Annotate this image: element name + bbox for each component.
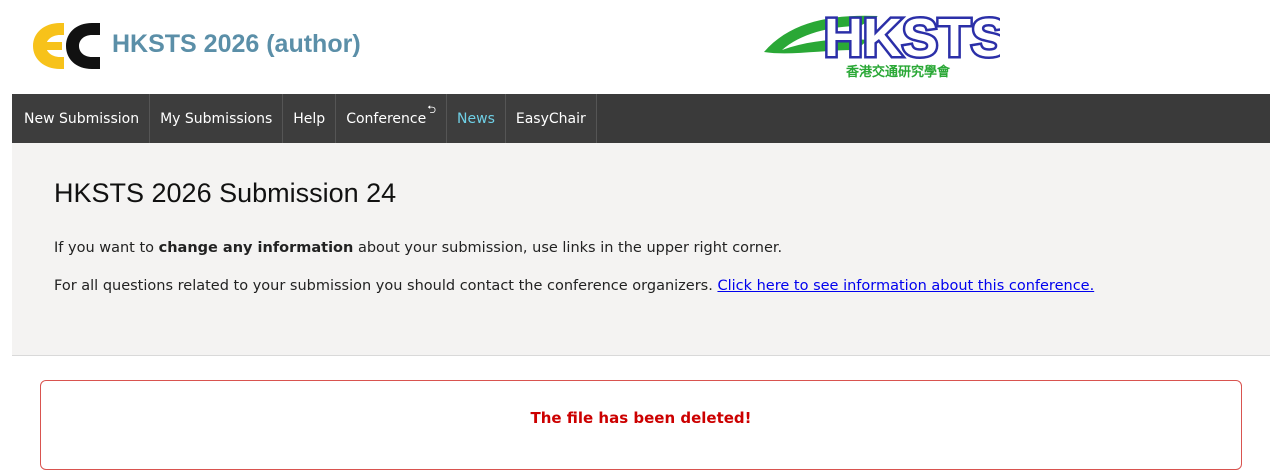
app-title: HKSTS 2026 (author) (112, 30, 361, 58)
hksts-chinese-name: 香港交通研究學會 (845, 64, 951, 80)
nav-my-submissions[interactable]: My Submissions (150, 94, 284, 143)
alert-message: The file has been deleted! (530, 409, 752, 427)
hksts-logo: HKSTS 香港交通研究學會 (764, 6, 1000, 80)
nav-new-submission[interactable]: New Submission (12, 94, 151, 143)
nav-conference-label: Conference (346, 110, 427, 127)
conference-info-link[interactable]: Click here to see information about this… (717, 278, 1094, 294)
nav-news-label: News (457, 110, 495, 127)
submission-info-panel: HKSTS 2026 Submission 24 If you want to … (12, 143, 1270, 356)
nav-help-label: Help (293, 110, 326, 127)
nav-help[interactable]: Help (283, 94, 337, 143)
info-change-after: about your submission, use links in the … (353, 240, 783, 256)
info-change-before: If you want to (54, 240, 159, 256)
info-change-text: If you want to change any information ab… (54, 238, 1214, 258)
header: HKSTS 2026 (author) HKSTS 香港交通研究學會 (0, 0, 1277, 92)
nav-easychair-label: EasyChair (515, 110, 586, 127)
nav-conference[interactable]: Conference ⮌ (336, 94, 448, 143)
return-icon: ⮌ (427, 103, 437, 116)
info-contact-text: For all questions related to your submis… (54, 275, 1174, 297)
info-contact-body: For all questions related to your submis… (54, 278, 718, 294)
main-navbar: New Submission My Submissions Help Confe… (12, 94, 1270, 143)
nav-my-submissions-label: My Submissions (160, 110, 273, 127)
nav-new-submission-label: New Submission (24, 110, 140, 127)
info-change-bold: change any information (158, 240, 354, 256)
nav-easychair[interactable]: EasyChair (505, 94, 597, 143)
alert-box: The file has been deleted! (40, 380, 1242, 470)
page-title: HKSTS 2026 Submission 24 (54, 178, 397, 208)
nav-news[interactable]: News (447, 94, 506, 143)
easychair-logo[interactable] (30, 20, 104, 72)
svg-text:HKSTS: HKSTS (824, 8, 1000, 68)
